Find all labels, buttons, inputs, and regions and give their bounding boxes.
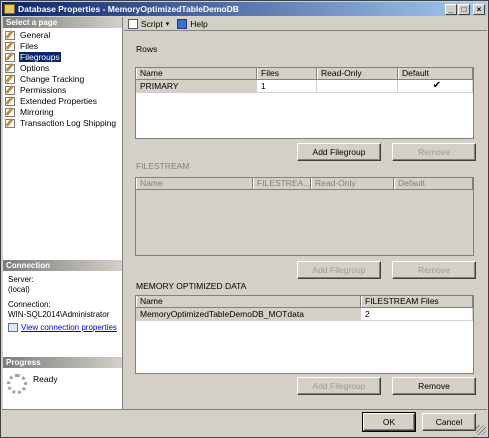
filestream-add-filegroup-button[interactable]: Add Filegroup <box>297 261 381 279</box>
page-item-label: General <box>20 29 51 40</box>
memory-optimized-section-title: MEMORY OPTIMIZED DATA <box>136 281 247 291</box>
cell-name[interactable]: MemoryOptimizedTableDemoDB_MOTdata <box>136 308 361 321</box>
filestream-grid[interactable]: Name FILESTREA... Read-Only Default <box>135 177 474 256</box>
cell-name[interactable]: PRIMARY <box>136 80 257 93</box>
page-item-change-tracking[interactable]: Change Tracking <box>4 73 122 84</box>
connection-value: WIN-SQL2014\Administrator <box>8 309 110 319</box>
memory-optimized-grid[interactable]: Name FILESTREAM Files MemoryOptimizedTab… <box>135 295 474 374</box>
help-label: Help <box>190 18 208 29</box>
cell-filestream-files[interactable]: 2 <box>361 308 473 321</box>
script-icon <box>128 18 138 29</box>
table-row[interactable]: PRIMARY 1 ✔ <box>136 80 473 93</box>
close-button[interactable]: × <box>473 3 485 15</box>
column-header-default[interactable]: Default <box>394 178 473 189</box>
column-header-filestream-files[interactable]: FILESTREA... <box>253 178 311 189</box>
column-header-read-only[interactable]: Read-Only <box>317 68 398 79</box>
wrench-icon <box>4 41 16 51</box>
page-item-options[interactable]: Options <box>4 62 122 73</box>
column-header-read-only[interactable]: Read-Only <box>311 178 394 189</box>
rows-remove-button[interactable]: Remove <box>392 143 476 161</box>
connection-info: Server: (local) Connection: WIN-SQL2014\… <box>3 271 122 357</box>
cell-files[interactable]: 1 <box>257 80 317 93</box>
wrench-icon <box>4 118 16 128</box>
title-bar[interactable]: Database Properties - MemoryOptimizedTab… <box>2 2 487 16</box>
page-item-label: Extended Properties <box>20 95 98 106</box>
page-item-mirroring[interactable]: Mirroring <box>4 106 122 117</box>
database-icon <box>4 4 15 14</box>
connection-label: Connection: <box>8 300 51 309</box>
default-checkbox[interactable]: ✔ <box>432 80 442 91</box>
database-properties-dialog: Database Properties - MemoryOptimizedTab… <box>0 0 489 438</box>
wrench-icon <box>4 96 16 106</box>
page-item-files[interactable]: Files <box>4 40 122 51</box>
maximize-button[interactable]: □ <box>458 3 470 15</box>
resize-grip-icon[interactable] <box>476 425 486 435</box>
wrench-icon <box>4 85 16 95</box>
page-item-label: Filegroups <box>19 51 61 62</box>
server-value: (local) <box>8 284 30 294</box>
column-header-files[interactable]: Files <box>257 68 317 79</box>
wrench-icon <box>4 52 16 62</box>
page-list: General Files Filegroups Options Change … <box>3 28 122 260</box>
progress-info: Ready <box>3 368 122 400</box>
progress-spinner-icon <box>7 374 27 394</box>
filestream-grid-header: Name FILESTREA... Read-Only Default <box>136 178 473 190</box>
check-icon: ✔ <box>432 80 442 91</box>
wrench-icon <box>4 74 16 84</box>
filestream-remove-button[interactable]: Remove <box>392 261 476 279</box>
ok-button[interactable]: OK <box>362 412 416 432</box>
properties-icon <box>8 323 18 333</box>
column-header-name[interactable]: Name <box>136 178 253 189</box>
page-item-label: Change Tracking <box>20 73 85 84</box>
help-icon <box>177 18 188 29</box>
view-connection-properties[interactable]: View connection properties <box>8 323 117 333</box>
rows-add-filegroup-button[interactable]: Add Filegroup <box>297 143 381 161</box>
cell-read-only[interactable] <box>317 80 398 93</box>
memory-remove-button[interactable]: Remove <box>392 377 476 395</box>
page-item-filegroups[interactable]: Filegroups <box>4 51 122 62</box>
wrench-icon <box>4 107 16 117</box>
toolbar: Script ▾ Help <box>124 17 487 31</box>
window-title: Database Properties - MemoryOptimizedTab… <box>18 4 239 14</box>
left-panel: Select a page General Files Filegroups O… <box>3 17 122 409</box>
select-page-header: Select a page <box>3 17 122 28</box>
script-button[interactable]: Script ▾ <box>128 18 170 29</box>
rows-section-title: Rows <box>136 44 158 54</box>
page-item-transaction-log-shipping[interactable]: Transaction Log Shipping <box>4 117 122 128</box>
help-button[interactable]: Help <box>177 18 208 29</box>
page-item-label: Files <box>20 40 38 51</box>
footer-divider <box>2 409 487 410</box>
progress-header: Progress <box>3 357 122 368</box>
memory-grid-header: Name FILESTREAM Files <box>136 296 473 308</box>
column-header-name[interactable]: Name <box>136 296 361 307</box>
page-item-label: Mirroring <box>20 106 54 117</box>
page-item-extended-properties[interactable]: Extended Properties <box>4 95 122 106</box>
cell-default[interactable]: ✔ <box>398 80 473 93</box>
memory-add-filegroup-button[interactable]: Add Filegroup <box>297 377 381 395</box>
server-label: Server: <box>8 275 34 284</box>
script-label: Script <box>141 18 163 29</box>
column-header-name[interactable]: Name <box>136 68 257 79</box>
view-connection-properties-link[interactable]: View connection properties <box>21 323 117 333</box>
minimize-button[interactable]: _ <box>445 3 457 15</box>
filestream-section-title: FILESTREAM <box>136 161 190 171</box>
rows-grid[interactable]: Name Files Read-Only Default PRIMARY 1 ✔ <box>135 67 474 139</box>
page-item-label: Permissions <box>20 84 67 95</box>
progress-status: Ready <box>33 374 58 384</box>
page-item-label: Transaction Log Shipping <box>20 117 117 128</box>
connection-header: Connection <box>3 260 122 271</box>
chevron-down-icon[interactable]: ▾ <box>166 20 170 28</box>
page-item-label: Options <box>20 62 50 73</box>
page-item-permissions[interactable]: Permissions <box>4 84 122 95</box>
column-header-filestream-files[interactable]: FILESTREAM Files <box>361 296 473 307</box>
page-item-general[interactable]: General <box>4 29 122 40</box>
cancel-button[interactable]: Cancel <box>422 413 476 431</box>
column-header-default[interactable]: Default <box>398 68 473 79</box>
table-row[interactable]: MemoryOptimizedTableDemoDB_MOTdata 2 <box>136 308 473 321</box>
wrench-icon <box>4 30 16 40</box>
right-panel: Script ▾ Help Rows Name Files Read-Only … <box>124 17 487 409</box>
wrench-icon <box>4 63 16 73</box>
rows-grid-header: Name Files Read-Only Default <box>136 68 473 80</box>
